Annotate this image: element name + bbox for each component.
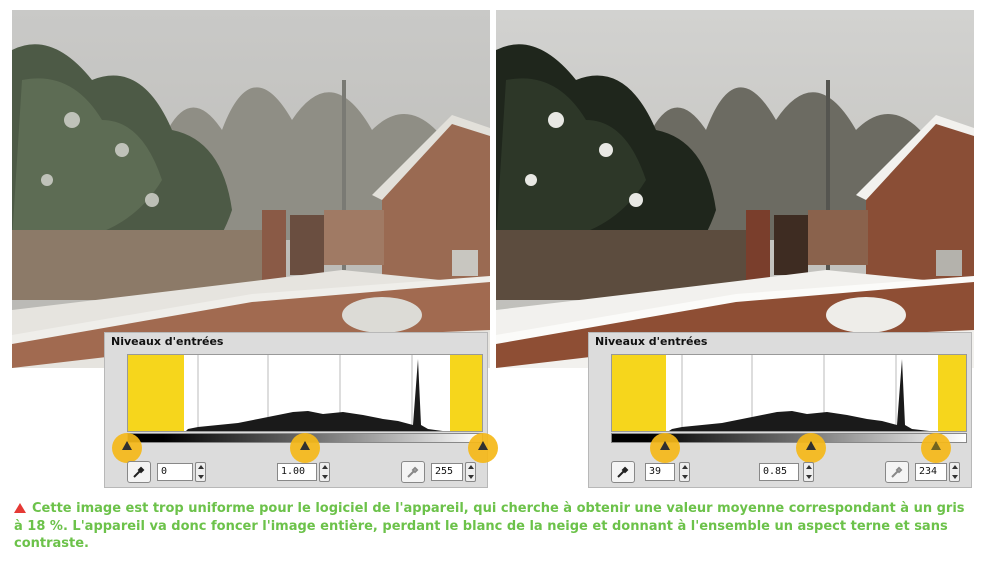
levels-controls: 39 0.85 234 bbox=[589, 459, 971, 487]
white-eyedropper-button[interactable] bbox=[401, 461, 425, 483]
triangle-icon bbox=[300, 441, 310, 450]
histogram-graph bbox=[612, 355, 966, 431]
white-input-field[interactable]: 234 bbox=[915, 463, 947, 481]
triangle-icon bbox=[660, 441, 670, 450]
levels-panel-after: Niveaux d'entrées 39 0.85 234 bbox=[588, 332, 972, 488]
black-input-field[interactable]: 39 bbox=[645, 463, 675, 481]
increment-icon bbox=[952, 465, 958, 469]
white-input-field[interactable]: 255 bbox=[431, 463, 463, 481]
gamma-input-spinner[interactable] bbox=[803, 462, 814, 482]
decrement-icon bbox=[322, 475, 328, 479]
triangle-outline-icon bbox=[931, 441, 941, 450]
histogram bbox=[127, 354, 483, 432]
shadow-clip-zone bbox=[128, 355, 184, 431]
gamma-input-spinner[interactable] bbox=[319, 462, 330, 482]
levels-controls: 0 1.00 255 bbox=[105, 459, 487, 487]
triangle-icon bbox=[14, 503, 26, 513]
gamma-input-field[interactable]: 0.85 bbox=[759, 463, 799, 481]
white-input-spinner[interactable] bbox=[465, 462, 476, 482]
eyedropper-icon bbox=[407, 466, 419, 478]
increment-icon bbox=[322, 465, 328, 469]
black-input-field[interactable]: 0 bbox=[157, 463, 193, 481]
white-eyedropper-button[interactable] bbox=[885, 461, 909, 483]
black-eyedropper-button[interactable] bbox=[127, 461, 151, 483]
increment-icon bbox=[806, 465, 812, 469]
snowy-garden-image-after bbox=[496, 10, 974, 368]
photo-after bbox=[496, 10, 974, 368]
black-input-spinner[interactable] bbox=[679, 462, 690, 482]
highlight-clip-zone bbox=[938, 355, 966, 431]
snowy-garden-image-before bbox=[12, 10, 490, 368]
decrement-icon bbox=[952, 475, 958, 479]
levels-panel-before: Niveaux d'entrées 0 1.00 255 bbox=[104, 332, 498, 488]
white-input-spinner[interactable] bbox=[949, 462, 960, 482]
black-eyedropper-button[interactable] bbox=[611, 461, 635, 483]
shadow-clip-zone bbox=[612, 355, 666, 431]
gamma-input-field[interactable]: 1.00 bbox=[277, 463, 317, 481]
panel-title: Niveaux d'entrées bbox=[595, 335, 708, 348]
triangle-icon bbox=[478, 441, 488, 450]
photo-before bbox=[12, 10, 490, 368]
panel-title: Niveaux d'entrées bbox=[111, 335, 224, 348]
triangle-icon bbox=[122, 441, 132, 450]
increment-icon bbox=[468, 465, 474, 469]
caption-text: Cette image est trop uniforme pour le lo… bbox=[14, 501, 965, 551]
histogram-graph bbox=[128, 355, 482, 431]
caption: Cette image est trop uniforme pour le lo… bbox=[14, 500, 974, 553]
increment-icon bbox=[198, 465, 204, 469]
eyedropper-icon bbox=[891, 466, 903, 478]
decrement-icon bbox=[682, 475, 688, 479]
decrement-icon bbox=[468, 475, 474, 479]
black-input-spinner[interactable] bbox=[195, 462, 206, 482]
triangle-icon bbox=[806, 441, 816, 450]
eyedropper-icon bbox=[133, 466, 145, 478]
histogram bbox=[611, 354, 967, 432]
highlight-clip-zone bbox=[450, 355, 482, 431]
increment-icon bbox=[682, 465, 688, 469]
decrement-icon bbox=[806, 475, 812, 479]
eyedropper-icon bbox=[617, 466, 629, 478]
decrement-icon bbox=[198, 475, 204, 479]
